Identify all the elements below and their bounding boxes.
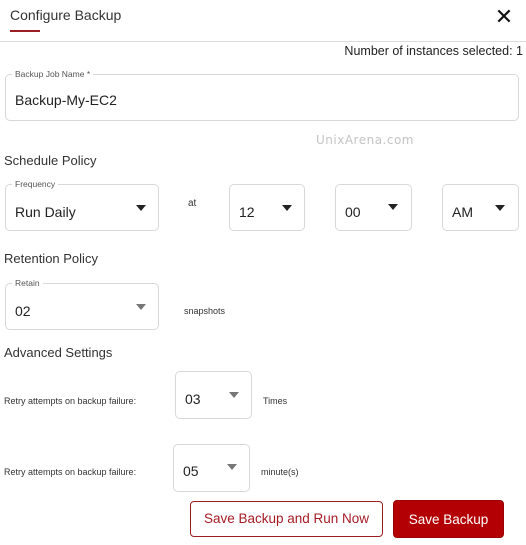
watermark: UnixArena.com — [316, 133, 414, 147]
chevron-down-icon — [227, 464, 237, 470]
instances-selected-count: Number of instances selected: 1 — [344, 44, 523, 58]
close-icon: ✕ — [494, 4, 514, 29]
retention-policy-heading: Retention Policy — [4, 251, 98, 266]
title-underline — [10, 30, 40, 32]
retain-unit: snapshots — [184, 306, 226, 316]
frequency-select[interactable]: Frequency Run Daily — [5, 179, 159, 231]
save-backup-button[interactable]: Save Backup — [393, 500, 504, 538]
retry-interval-unit: minute(s) — [261, 467, 299, 477]
retry-attempts-select[interactable]: 03 — [175, 371, 252, 419]
dialog-title: Configure Backup — [10, 7, 122, 23]
retry-attempts-unit: Times — [263, 396, 288, 406]
chevron-down-icon — [136, 205, 146, 211]
retry-attempts-label: Retry attempts on backup failure: — [4, 396, 137, 406]
chevron-down-icon — [388, 204, 398, 210]
chevron-down-icon — [229, 392, 239, 398]
retain-select[interactable]: Retain 02 — [5, 278, 159, 330]
schedule-policy-heading: Schedule Policy — [4, 153, 97, 168]
retry-interval-select[interactable]: 05 — [173, 444, 250, 492]
frequency-label: Frequency — [12, 179, 59, 189]
backup-job-name-label: Backup Job Name * — [12, 69, 94, 79]
hour-select[interactable]: 12 — [229, 184, 305, 231]
minute-select[interactable]: 00 — [335, 184, 412, 231]
meridiem-select[interactable]: AM — [442, 184, 519, 231]
hour-value: 12 — [239, 204, 255, 220]
retain-label: Retain — [12, 278, 43, 288]
chevron-down-icon — [136, 304, 146, 310]
retry-attempts-value: 03 — [185, 391, 201, 407]
minute-value: 00 — [345, 204, 361, 220]
retry-interval-label: Retry attempts on backup failure: — [4, 467, 137, 477]
meridiem-value: AM — [452, 204, 473, 220]
retain-value: 02 — [15, 303, 31, 319]
backup-job-name-field[interactable]: Backup Job Name * Backup-My-EC2 — [5, 69, 519, 121]
at-label: at — [188, 198, 197, 209]
close-button[interactable]: ✕ — [494, 6, 514, 28]
frequency-value: Run Daily — [15, 204, 76, 220]
advanced-settings-heading: Advanced Settings — [4, 345, 113, 360]
save-and-run-button[interactable]: Save Backup and Run Now — [190, 501, 383, 537]
retry-interval-value: 05 — [183, 463, 199, 479]
dialog-header: Configure Backup ✕ — [0, 0, 526, 42]
chevron-down-icon — [282, 205, 292, 211]
chevron-down-icon — [495, 205, 505, 211]
backup-job-name-value: Backup-My-EC2 — [15, 92, 117, 108]
